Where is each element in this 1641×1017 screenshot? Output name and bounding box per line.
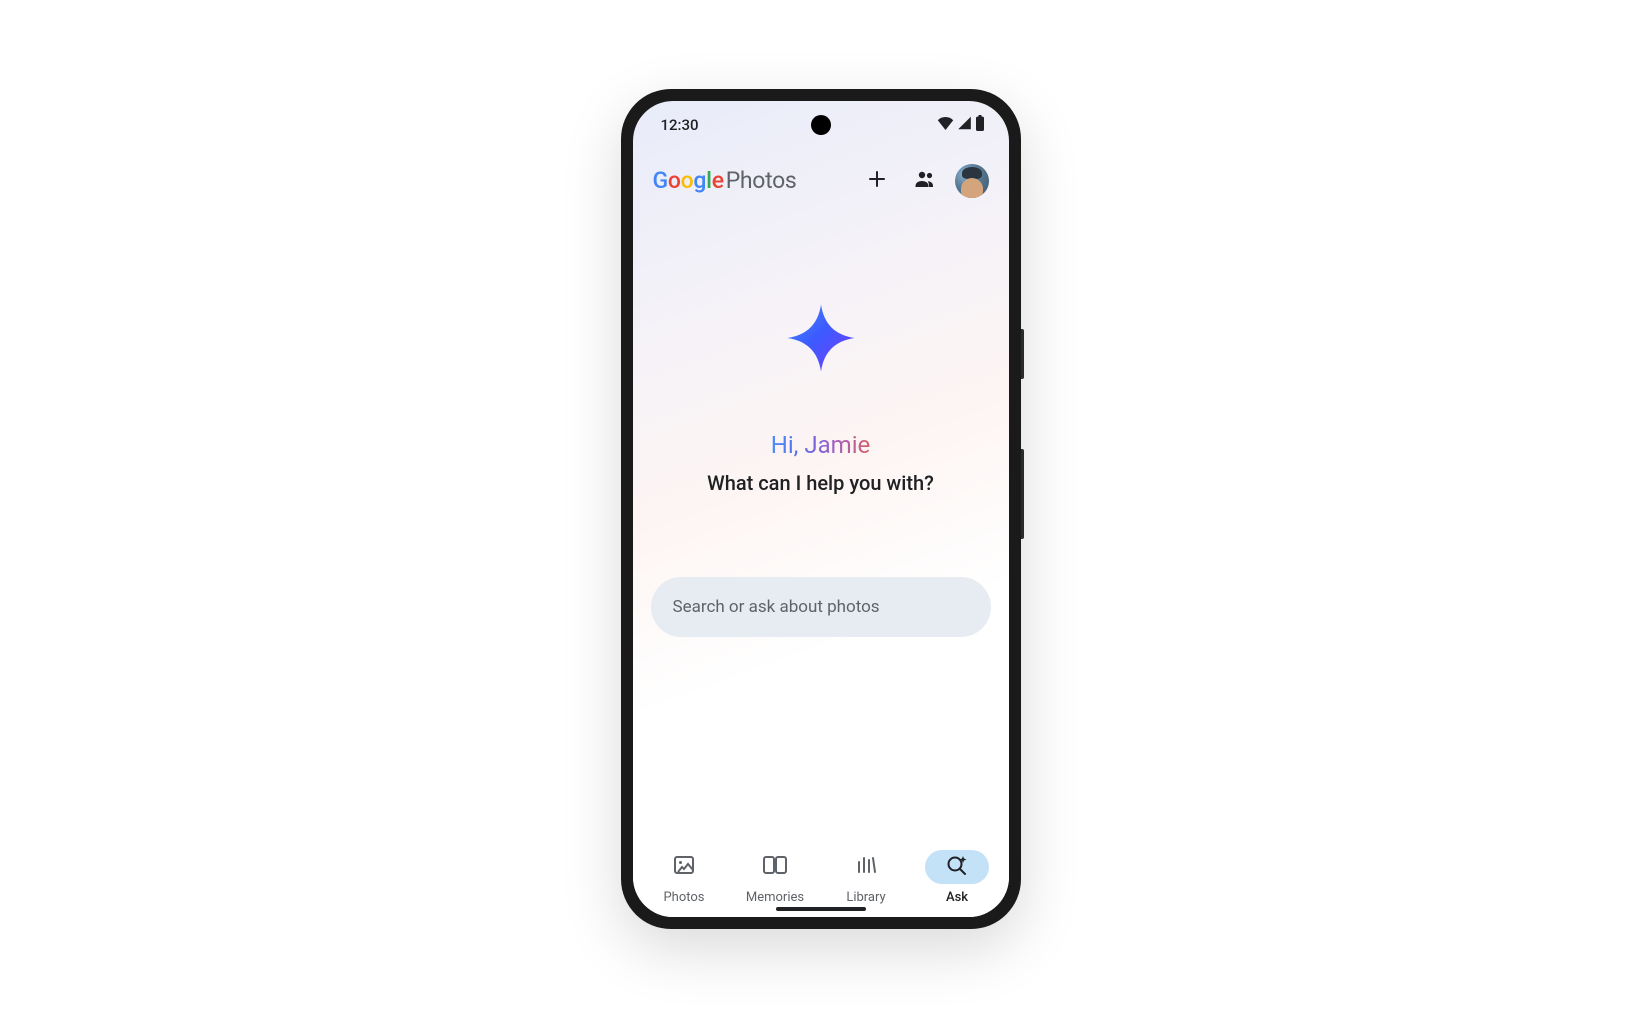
people-icon (912, 167, 938, 195)
battery-icon (975, 115, 985, 135)
bottom-nav: Photos Memories Library (633, 840, 1009, 917)
greeting-text: Hi, Jamie (771, 431, 871, 459)
app-header: Google Photos (633, 143, 1009, 213)
nav-label: Memories (746, 890, 804, 905)
camera-notch (811, 115, 831, 135)
nav-tab-ask[interactable]: Ask (912, 850, 1003, 905)
search-spark-icon (945, 853, 969, 881)
nav-tab-library[interactable]: Library (821, 850, 912, 905)
nav-label: Ask (946, 890, 968, 905)
wifi-icon (937, 116, 954, 134)
nav-label: Library (846, 890, 885, 905)
image-icon (672, 853, 696, 881)
shared-button[interactable] (905, 161, 945, 201)
gemini-spark-icon (786, 303, 856, 373)
app-logo-product: Photos (726, 167, 797, 194)
nav-tab-photos[interactable]: Photos (639, 850, 730, 905)
hero-section: Hi, Jamie What can I help you with? Sear… (633, 213, 1009, 840)
app-logo: Google Photos (653, 167, 849, 194)
prompt-text: What can I help you with? (707, 471, 934, 495)
devices-icon (762, 853, 788, 881)
library-icon (854, 853, 878, 881)
cell-signal-icon (957, 116, 972, 134)
app-screen: 12:30 Google Photos (633, 101, 1009, 917)
nav-label: Photos (663, 890, 704, 905)
plus-icon (865, 167, 889, 195)
phone-side-button (1021, 449, 1024, 539)
status-time: 12:30 (661, 116, 699, 134)
phone-side-button (1021, 329, 1024, 379)
search-placeholder: Search or ask about photos (673, 597, 880, 617)
add-button[interactable] (857, 161, 897, 201)
home-indicator[interactable] (776, 907, 866, 911)
phone-frame: 12:30 Google Photos (621, 89, 1021, 929)
search-input[interactable]: Search or ask about photos (651, 577, 991, 637)
avatar[interactable] (955, 164, 989, 198)
status-icons (937, 115, 985, 135)
nav-tab-memories[interactable]: Memories (730, 850, 821, 905)
